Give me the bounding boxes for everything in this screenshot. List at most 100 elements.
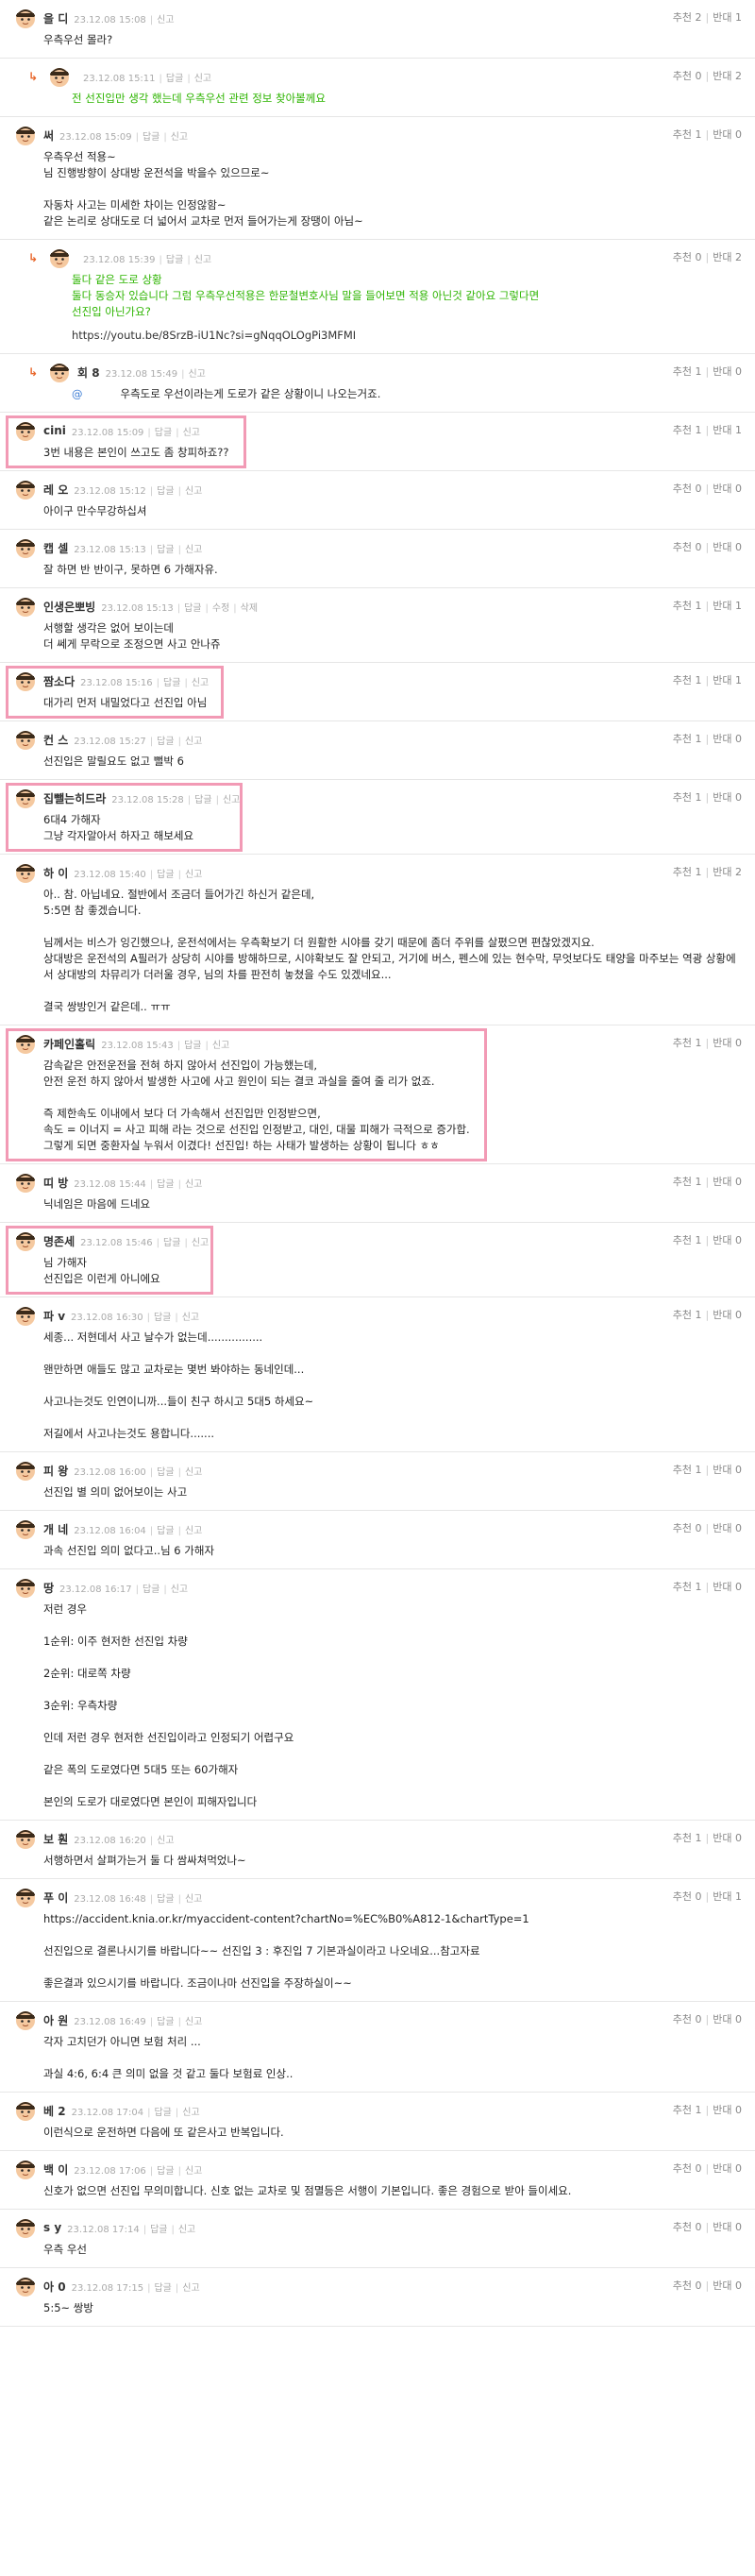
action-reply-link[interactable]: 답글	[157, 1467, 174, 1478]
youtube-link[interactable]: https://youtu.be/8SrzB-iU1Nc?si=gNqqOLOg…	[72, 328, 742, 344]
downvote-button[interactable]: 반대	[713, 70, 731, 82]
downvote-button[interactable]: 반대	[713, 483, 731, 495]
nickname[interactable]: 백 이	[43, 2161, 68, 2178]
action-reply-link[interactable]: 답글	[184, 1041, 201, 1051]
mention-link[interactable]: @	[72, 387, 83, 400]
downvote-button[interactable]: 반대	[713, 1464, 731, 1476]
nickname[interactable]: 땅	[43, 1580, 54, 1596]
action-report-link[interactable]: 신고	[185, 545, 202, 555]
action-reply-link[interactable]: 답글	[155, 428, 172, 438]
downvote-button[interactable]: 반대	[713, 1890, 731, 1903]
upvote-button[interactable]: 추천	[673, 2013, 692, 2025]
upvote-button[interactable]: 추천	[673, 424, 692, 436]
downvote-button[interactable]: 반대	[713, 1832, 731, 1844]
action-report-link[interactable]: 신고	[185, 1467, 202, 1478]
downvote-button[interactable]: 반대	[713, 2162, 731, 2175]
action-report-link[interactable]: 신고	[194, 255, 211, 265]
action-report-link[interactable]: 신고	[183, 428, 200, 438]
downvote-button[interactable]: 반대	[713, 866, 731, 878]
nickname[interactable]: 아 원	[43, 2012, 68, 2028]
action-reply-link[interactable]: 답글	[184, 603, 201, 614]
nickname[interactable]: 하 이	[43, 865, 68, 881]
action-report-link[interactable]: 신고	[185, 1894, 202, 1905]
action-report-link[interactable]: 신고	[185, 2166, 202, 2177]
nickname[interactable]: 인생은뽀빙	[43, 599, 95, 615]
downvote-button[interactable]: 반대	[713, 2013, 731, 2025]
action-report-link[interactable]: 신고	[182, 1313, 199, 1323]
downvote-button[interactable]: 반대	[713, 541, 731, 553]
downvote-button[interactable]: 반대	[713, 1522, 731, 1534]
action-reply-link[interactable]: 답글	[194, 795, 211, 805]
upvote-button[interactable]: 추천	[673, 733, 692, 745]
nickname[interactable]: 카페인홀릭	[43, 1036, 95, 1052]
nickname[interactable]: cini	[43, 424, 66, 437]
action-reply-link[interactable]: 답글	[154, 2108, 171, 2118]
upvote-button[interactable]: 추천	[673, 128, 692, 141]
action-reply-link[interactable]: 답글	[166, 255, 183, 265]
action-reply-link[interactable]: 답글	[154, 2283, 171, 2294]
nickname[interactable]: 집뺄는히드라	[43, 790, 106, 806]
action-reply-link[interactable]: 답글	[150, 2225, 167, 2235]
action-reply-link[interactable]: 답글	[163, 678, 180, 688]
action-reply-link[interactable]: 답글	[163, 1238, 180, 1248]
nickname[interactable]: 회 8	[77, 364, 100, 381]
nickname[interactable]: 보 훤	[43, 1831, 68, 1847]
nickname[interactable]: 캡 셀	[43, 540, 68, 556]
upvote-button[interactable]: 추천	[673, 365, 692, 378]
upvote-button[interactable]: 추천	[673, 1309, 692, 1321]
action-reply-link[interactable]: 답글	[143, 132, 159, 143]
upvote-button[interactable]: 추천	[673, 1522, 692, 1534]
nickname[interactable]: 띠 방	[43, 1175, 68, 1191]
upvote-button[interactable]: 추천	[673, 1832, 692, 1844]
action-report-link[interactable]: 신고	[185, 486, 202, 497]
upvote-button[interactable]: 추천	[673, 1581, 692, 1593]
action-report-link[interactable]: 신고	[194, 74, 211, 84]
action-delete-link[interactable]: 삭제	[241, 603, 258, 614]
action-report-link[interactable]: 신고	[223, 795, 240, 805]
action-report-link[interactable]: 신고	[182, 2283, 199, 2294]
downvote-button[interactable]: 반대	[713, 2279, 731, 2292]
upvote-button[interactable]: 추천	[673, 1890, 692, 1903]
upvote-button[interactable]: 추천	[673, 1464, 692, 1476]
downvote-button[interactable]: 반대	[713, 1309, 731, 1321]
upvote-button[interactable]: 추천	[673, 1234, 692, 1246]
nickname[interactable]: 아 0	[43, 2279, 66, 2295]
upvote-button[interactable]: 추천	[673, 791, 692, 804]
action-report-link[interactable]: 신고	[157, 1836, 174, 1846]
nickname[interactable]: 베 2	[43, 2103, 66, 2119]
downvote-button[interactable]: 반대	[713, 1581, 731, 1593]
downvote-button[interactable]: 반대	[713, 424, 731, 436]
action-report-link[interactable]: 신고	[185, 1526, 202, 1536]
downvote-button[interactable]: 반대	[713, 1176, 731, 1188]
upvote-button[interactable]: 추천	[673, 1037, 692, 1049]
action-reply-link[interactable]: 답글	[157, 1894, 174, 1905]
nickname[interactable]: 써	[43, 127, 54, 144]
nickname[interactable]: 피 왕	[43, 1463, 68, 1479]
nickname[interactable]: s y	[43, 2221, 61, 2234]
downvote-button[interactable]: 반대	[713, 2104, 731, 2116]
action-report-link[interactable]: 신고	[212, 1041, 229, 1051]
downvote-button[interactable]: 반대	[713, 600, 731, 612]
upvote-button[interactable]: 추천	[673, 251, 692, 263]
action-reply-link[interactable]: 답글	[166, 74, 183, 84]
nickname[interactable]: 파 v	[43, 1308, 65, 1324]
action-report-link[interactable]: 신고	[188, 369, 205, 380]
upvote-button[interactable]: 추천	[673, 866, 692, 878]
upvote-button[interactable]: 추천	[673, 70, 692, 82]
action-report-link[interactable]: 신고	[157, 15, 174, 25]
action-report-link[interactable]: 신고	[171, 1585, 188, 1595]
action-report-link[interactable]: 신고	[192, 1238, 209, 1248]
downvote-button[interactable]: 반대	[713, 128, 731, 141]
action-report-link[interactable]: 신고	[171, 132, 188, 143]
action-reply-link[interactable]: 답글	[154, 1313, 171, 1323]
action-report-link[interactable]: 신고	[185, 870, 202, 880]
upvote-button[interactable]: 추천	[673, 2221, 692, 2233]
downvote-button[interactable]: 반대	[713, 365, 731, 378]
action-reply-link[interactable]: 답글	[157, 545, 174, 555]
downvote-button[interactable]: 반대	[713, 11, 731, 24]
nickname[interactable]: 개 네	[43, 1521, 68, 1537]
action-reply-link[interactable]: 답글	[157, 2017, 174, 2027]
action-reply-link[interactable]: 답글	[157, 737, 174, 747]
nickname[interactable]: 컨 스	[43, 732, 68, 748]
action-report-link[interactable]: 신고	[182, 2108, 199, 2118]
